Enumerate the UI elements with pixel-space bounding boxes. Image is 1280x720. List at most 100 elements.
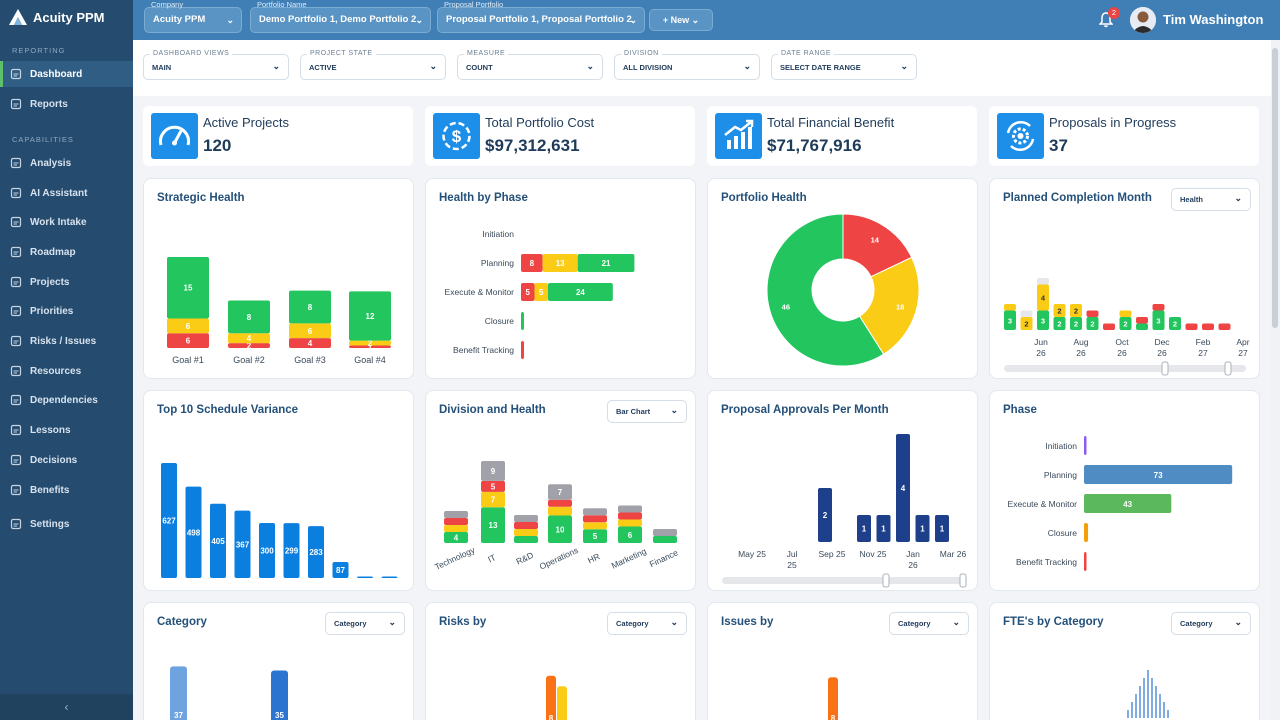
sidebar-item-label: Analysis xyxy=(30,157,72,169)
x-tick-label: 27 xyxy=(1198,348,1208,358)
y-tick-label: Closure xyxy=(1048,528,1078,538)
data-label: 498 xyxy=(187,528,201,537)
x-tick-label: Goal #3 xyxy=(294,355,326,365)
schedule-variance-chart: 627 498 405 367 300 299 283 87 xyxy=(161,463,398,578)
data-label: 8 xyxy=(247,313,252,322)
date-range-label: DATE RANGE xyxy=(778,50,834,57)
kpi-value: 120 xyxy=(203,136,232,155)
priorities-icon xyxy=(10,305,22,317)
new-button[interactable]: + New ⌄ xyxy=(649,9,713,31)
sidebar-item-lessons[interactable]: Lessons xyxy=(0,417,133,443)
measure-label: MEASURE xyxy=(464,50,509,57)
sidebar-item-dashboard[interactable]: Dashboard xyxy=(0,61,133,87)
bar xyxy=(357,576,373,578)
company-value: Acuity PPM xyxy=(153,14,206,25)
sidebar-item-analysis[interactable]: Analysis xyxy=(0,150,133,176)
dollar-icon: $ xyxy=(442,121,471,151)
y-tick-label: Execute & Monitor xyxy=(445,287,515,297)
proposal-portfolio-select[interactable]: Proposal Portfolio Proposal Portfolio 1,… xyxy=(437,0,645,33)
data-label: 13 xyxy=(489,521,498,530)
sidebar-item-reports[interactable]: Reports xyxy=(0,91,133,117)
measure-select[interactable]: MEASURE COUNT ⌄ xyxy=(457,50,603,80)
sidebar-item-settings[interactable]: Settings xyxy=(0,511,133,537)
notification-badge: 2 xyxy=(1108,7,1120,19)
bar-segment xyxy=(583,515,607,523)
sidebar-item-label: AI Assistant xyxy=(30,187,88,199)
company-select[interactable]: Company Acuity PPM ⌄ xyxy=(144,0,242,33)
data-label: 8 xyxy=(831,714,836,720)
y-tick-label: Initiation xyxy=(482,229,514,239)
issues-card: Issues by Category ⌄ 8 xyxy=(707,602,978,720)
data-label: 73 xyxy=(1154,471,1163,480)
sidebar-item-risks-issues[interactable]: Risks / Issues xyxy=(0,328,133,354)
sidebar-item-label: Projects xyxy=(30,276,70,288)
bar xyxy=(557,686,567,720)
x-tick-label: 26 xyxy=(1117,348,1127,358)
sidebar-item-resources[interactable]: Resources xyxy=(0,358,133,384)
data-label: 21 xyxy=(602,259,611,268)
bar-segment xyxy=(548,499,572,507)
data-label: 24 xyxy=(576,288,585,297)
bar-segment xyxy=(583,508,607,516)
data-label: 10 xyxy=(556,525,565,534)
x-tick-label: Jul xyxy=(787,549,798,559)
data-label: 87 xyxy=(336,566,345,575)
bar-segment xyxy=(1020,310,1033,317)
sidebar-item-projects[interactable]: Projects xyxy=(0,269,133,295)
bar-segment xyxy=(1218,323,1231,330)
data-label: 2 xyxy=(1074,320,1078,329)
svg-text:$: $ xyxy=(452,127,462,146)
x-tick-label: Technology xyxy=(433,544,477,572)
risks-chart: 8 xyxy=(546,675,567,720)
data-label: 46 xyxy=(782,303,790,312)
x-tick-label: HR xyxy=(586,551,601,565)
collapse-sidebar-button[interactable]: ‹ xyxy=(0,694,133,720)
data-label: 3 xyxy=(1041,316,1045,325)
bar xyxy=(381,576,398,578)
dashboard-views-select[interactable]: DASHBOARD VIEWS MAIN ⌄ xyxy=(143,50,289,80)
data-label: 283 xyxy=(309,548,323,557)
project-state-select[interactable]: PROJECT STATE ACTIVE ⌄ xyxy=(300,50,446,80)
bar-segment xyxy=(1037,278,1049,285)
user-name[interactable]: Tim Washington xyxy=(1163,12,1263,27)
home-icon xyxy=(10,68,22,80)
x-tick-label: Apr xyxy=(1236,337,1249,347)
data-label: 405 xyxy=(211,537,225,546)
top-bar: Company Acuity PPM ⌄ Portfolio Name Demo… xyxy=(133,0,1280,40)
sidebar-item-decisions[interactable]: Decisions xyxy=(0,447,133,473)
sidebar-item-dependencies[interactable]: Dependencies xyxy=(0,387,133,413)
range-slider-track xyxy=(1004,365,1246,372)
division-select[interactable]: DIVISION ALL DIVISION ⌄ xyxy=(614,50,760,80)
sidebar-item-roadmap[interactable]: Roadmap xyxy=(0,239,133,265)
avatar[interactable] xyxy=(1130,7,1156,33)
data-label: 2 xyxy=(823,511,828,520)
benefits-icon xyxy=(10,484,22,496)
sidebar-item-ai-assistant[interactable]: AI Assistant xyxy=(0,180,133,206)
sidebar-item-priorities[interactable]: Priorities xyxy=(0,298,133,324)
x-tick-label: Aug xyxy=(1073,337,1088,347)
data-label: 367 xyxy=(236,540,250,549)
x-tick-label: Goal #4 xyxy=(354,355,386,365)
y-tick-label: Initiation xyxy=(1045,441,1077,451)
scrollbar-thumb[interactable] xyxy=(1272,48,1278,328)
sidebar-item-label: Lessons xyxy=(30,424,71,436)
data-label: 18 xyxy=(896,303,904,312)
data-label: 15 xyxy=(184,284,193,293)
bar-segment xyxy=(618,512,642,520)
date-range-select[interactable]: DATE RANGE SELECT DATE RANGE ⌄ xyxy=(771,50,917,80)
data-label: 300 xyxy=(260,546,274,555)
sidebar-item-benefits[interactable]: Benefits xyxy=(0,477,133,503)
x-tick-label: May 25 xyxy=(738,549,766,559)
data-label: 4 xyxy=(247,334,252,343)
chevron-down-icon: ⌄ xyxy=(629,15,637,25)
portfolio-select[interactable]: Portfolio Name Demo Portfolio 1, Demo Po… xyxy=(250,0,431,33)
bar-segment xyxy=(444,511,468,518)
portfolio-value: Demo Portfolio 1, Demo Portfolio 2 xyxy=(259,14,417,25)
x-tick-label: IT xyxy=(486,552,497,564)
sidebar-item-work-intake[interactable]: Work Intake xyxy=(0,209,133,235)
data-label: 9 xyxy=(491,467,496,476)
x-tick-label: Marketing xyxy=(610,546,648,571)
app-logo[interactable]: Acuity PPM xyxy=(9,9,105,25)
bar xyxy=(1084,523,1089,542)
data-label: 8 xyxy=(308,303,313,312)
